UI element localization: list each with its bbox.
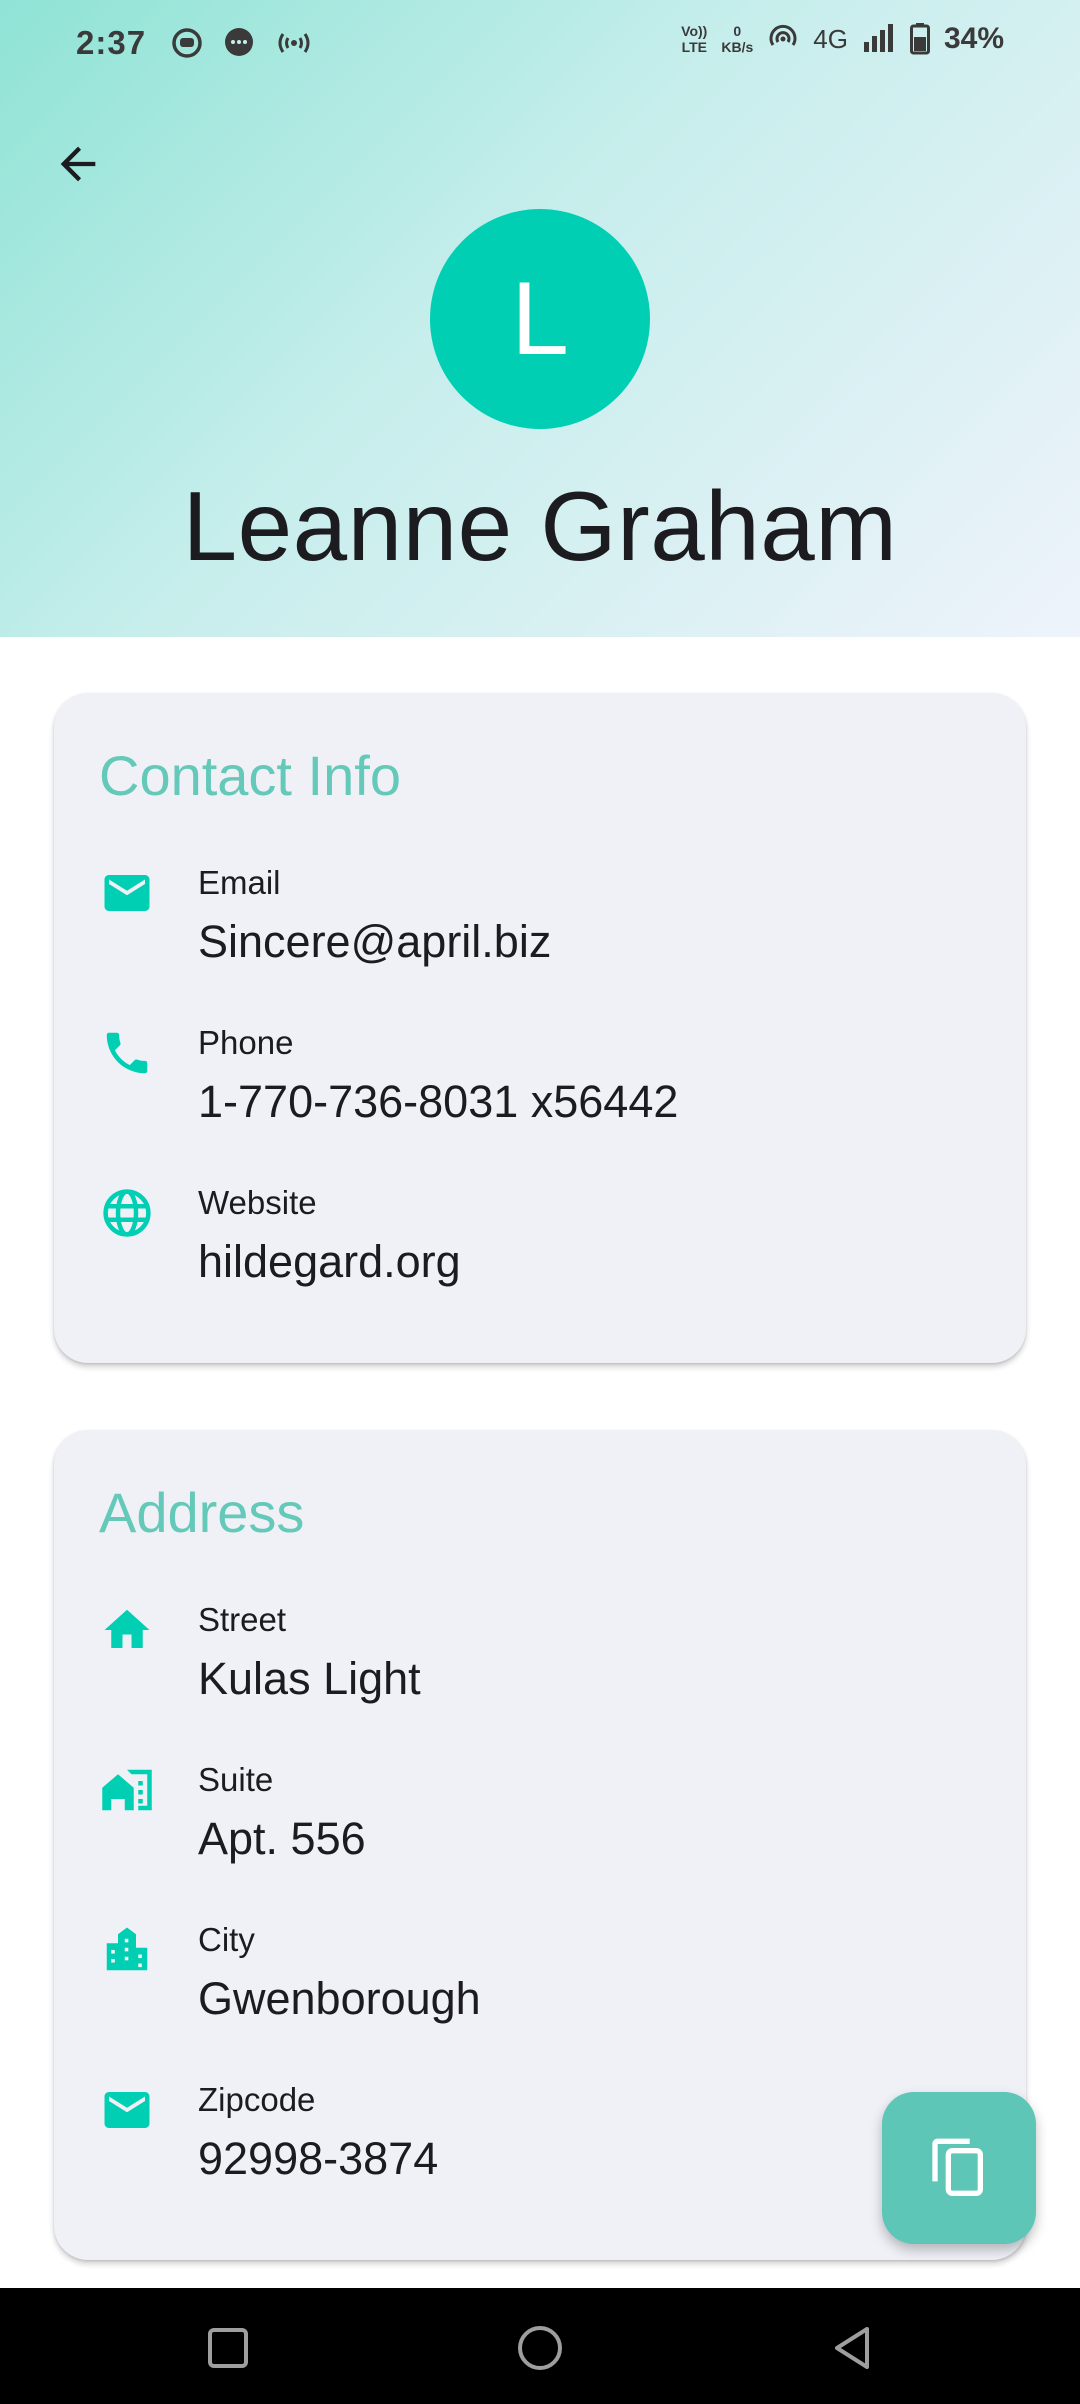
copy-icon <box>932 2138 983 2196</box>
apartment-icon <box>102 1769 152 1811</box>
contact-name: Leanne Graham <box>182 471 898 581</box>
city-icon <box>106 1927 148 1971</box>
arrow-back-icon <box>60 146 96 182</box>
back-nav-button[interactable] <box>822 2318 882 2378</box>
suite-value: Apt. 556 <box>198 1813 366 1864</box>
network-type: 4G <box>813 23 848 54</box>
website-label: Website <box>198 1184 317 1221</box>
chat-notification-icon <box>225 28 253 56</box>
navigation-bar <box>0 2288 1080 2404</box>
phone-row[interactable]: Phone 1-770-736-8031 x56442 <box>54 1024 1026 1146</box>
notification-icons <box>170 26 314 60</box>
robot-notification-icon <box>172 28 202 58</box>
globe-icon <box>103 1189 151 1237</box>
hotspot-icon <box>769 24 797 46</box>
phone-icon <box>106 1032 148 1074</box>
website-row[interactable]: Website hildegard.org <box>54 1184 1026 1306</box>
suite-label: Suite <box>198 1761 274 1798</box>
mail-icon <box>104 2092 150 2128</box>
city-label: City <box>198 1921 255 1958</box>
zipcode-label: Zipcode <box>198 2081 316 2118</box>
zipcode-value: 92998-3874 <box>198 2133 439 2184</box>
phone-value: 1-770-736-8031 x56442 <box>198 1076 679 1127</box>
street-value: Kulas Light <box>198 1653 421 1704</box>
battery-icon <box>909 23 930 55</box>
contact-detail-screen: 2:37 Vo)) LTE 0 KB/s 4G 34% L Leanne Gra… <box>0 0 1080 2404</box>
mail-icon <box>104 875 150 911</box>
street-row[interactable]: Street Kulas Light <box>54 1601 1026 1723</box>
square-icon <box>208 2328 248 2368</box>
volte-indicator: Vo)) LTE <box>681 23 708 55</box>
battery-percent: 34% <box>943 22 1004 55</box>
triangle-back-icon <box>835 2327 869 2369</box>
street-label: Street <box>198 1601 287 1638</box>
zipcode-row[interactable]: Zipcode 92998-3874 <box>54 2081 1026 2203</box>
circle-icon <box>518 2326 562 2370</box>
suite-row[interactable]: Suite Apt. 556 <box>54 1761 1026 1883</box>
city-value: Gwenborough <box>198 1973 481 2024</box>
status-bar: 2:37 Vo)) LTE 0 KB/s 4G 34% <box>0 0 1080 90</box>
contact-info-card: Contact Info Email Sincere@april.biz Pho… <box>54 693 1026 1363</box>
signal-icon <box>863 24 893 52</box>
website-value: hildegard.org <box>198 1236 461 1287</box>
status-time: 2:37 <box>76 24 147 61</box>
copy-button[interactable] <box>882 2092 1036 2244</box>
section-title: Contact Info <box>99 744 401 807</box>
email-row[interactable]: Email Sincere@april.biz <box>54 864 1026 986</box>
avatar: L <box>430 209 650 429</box>
hotspot-notification-icon <box>278 33 310 53</box>
home-button[interactable] <box>510 2318 570 2378</box>
email-value: Sincere@april.biz <box>198 916 552 967</box>
recents-button[interactable] <box>198 2318 258 2378</box>
section-title: Address <box>99 1481 305 1544</box>
back-button[interactable] <box>38 124 118 204</box>
network-speed: 0 KB/s <box>721 23 754 55</box>
home-icon <box>104 1609 150 1648</box>
address-card: Address Street Kulas Light Suite Apt. 55… <box>54 1430 1026 2260</box>
email-label: Email <box>198 864 281 901</box>
system-status-icons: Vo)) LTE 0 KB/s 4G 34% <box>681 22 1004 56</box>
phone-label: Phone <box>198 1024 294 1061</box>
city-row[interactable]: City Gwenborough <box>54 1921 1026 2043</box>
